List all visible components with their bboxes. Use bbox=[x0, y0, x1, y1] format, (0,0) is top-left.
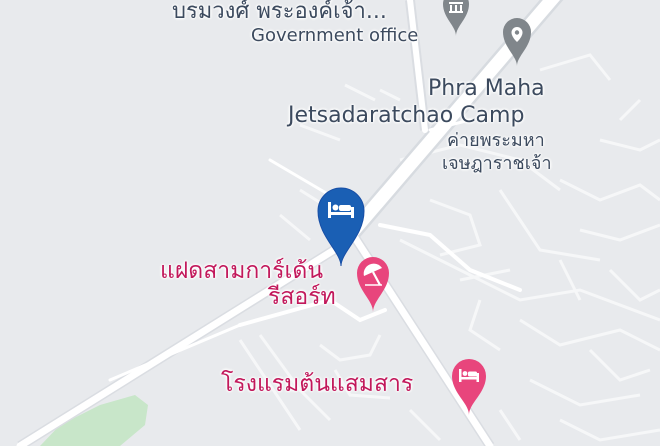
hotel2-name[interactable]: โรงแรมต้นแสมสาร bbox=[221, 370, 413, 398]
place-pin-icon[interactable] bbox=[501, 14, 533, 66]
beach-umbrella-icon[interactable] bbox=[355, 254, 391, 312]
camp-name-th-line2: เจษฎาราชเจ้า bbox=[442, 153, 552, 174]
map-canvas[interactable]: บรมวงศ์ พระองค์เจ้า... Government office… bbox=[0, 0, 660, 446]
government-building-icon[interactable] bbox=[441, 0, 471, 36]
camp-name-en-line1[interactable]: Phra Maha bbox=[428, 76, 545, 102]
resort-name-line1[interactable]: แฝดสามการ์เด้น bbox=[160, 257, 323, 285]
government-office-type: Government office bbox=[251, 25, 419, 46]
resort-name-line2[interactable]: รีสอร์ท bbox=[268, 283, 336, 311]
government-office-name[interactable]: บรมวงศ์ พระองค์เจ้า... bbox=[172, 0, 387, 24]
camp-name-th-line1: ค่ายพระมหา bbox=[447, 130, 545, 151]
camp-name-en-line2[interactable]: Jetsadaratchao Camp bbox=[288, 103, 524, 129]
hotel2-pin[interactable] bbox=[450, 357, 488, 415]
